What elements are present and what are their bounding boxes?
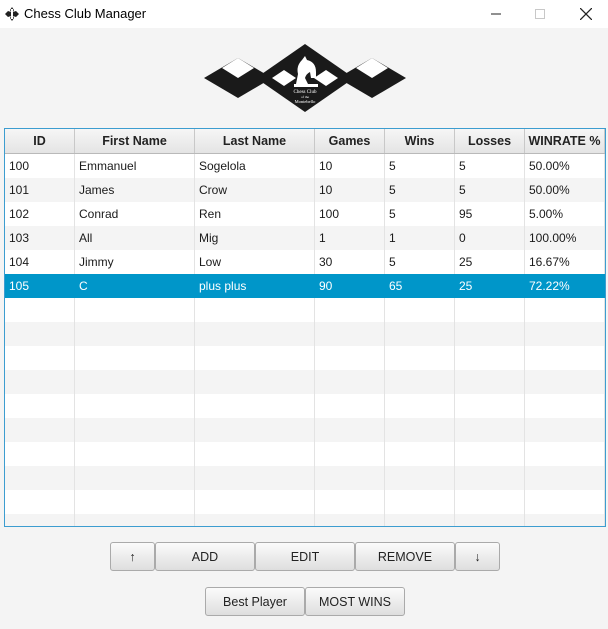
cell-first-name: Conrad xyxy=(75,202,195,226)
cell-first-name: Jimmy xyxy=(75,250,195,274)
cell-last-name: Mig xyxy=(195,226,315,250)
cell-losses: 25 xyxy=(455,250,525,274)
cell-last-name: Crow xyxy=(195,178,315,202)
cell-last-name: plus plus xyxy=(195,274,315,298)
cell-games: 30 xyxy=(315,250,385,274)
empty-row xyxy=(5,514,605,526)
column-header-losses[interactable]: Losses xyxy=(455,129,525,153)
cell-losses: 5 xyxy=(455,178,525,202)
window-title: Chess Club Manager xyxy=(24,6,147,21)
cell-losses: 25 xyxy=(455,274,525,298)
column-header-wins[interactable]: Wins xyxy=(385,129,455,153)
cell-wins: 65 xyxy=(385,274,455,298)
cell-games: 100 xyxy=(315,202,385,226)
cell-wins: 5 xyxy=(385,250,455,274)
cell-wins: 5 xyxy=(385,154,455,178)
maximize-icon xyxy=(535,9,545,19)
column-header-last-name[interactable]: Last Name xyxy=(195,129,315,153)
cell-first-name: All xyxy=(75,226,195,250)
empty-row xyxy=(5,442,605,466)
cell-wins: 5 xyxy=(385,202,455,226)
table-row[interactable]: 101 James Crow 10 5 5 50.00% xyxy=(5,178,605,202)
cell-first-name: C xyxy=(75,274,195,298)
cell-last-name: Low xyxy=(195,250,315,274)
cell-games: 10 xyxy=(315,178,385,202)
cell-winrate: 16.67% xyxy=(525,250,605,274)
cell-id: 105 xyxy=(5,274,75,298)
most-wins-button[interactable]: MOST WINS xyxy=(305,587,405,616)
cell-id: 104 xyxy=(5,250,75,274)
table-row[interactable]: 104 Jimmy Low 30 5 25 16.67% xyxy=(5,250,605,274)
table-body: 100 Emmanuel Sogelola 10 5 5 50.00% 101 … xyxy=(5,154,605,526)
cell-id: 103 xyxy=(5,226,75,250)
add-button[interactable]: ADD xyxy=(155,542,255,571)
cell-last-name: Sogelola xyxy=(195,154,315,178)
cell-losses: 95 xyxy=(455,202,525,226)
cell-last-name: Ren xyxy=(195,202,315,226)
best-player-button[interactable]: Best Player xyxy=(205,587,305,616)
cell-games: 1 xyxy=(315,226,385,250)
column-header-id[interactable]: ID xyxy=(5,129,75,153)
empty-row xyxy=(5,346,605,370)
empty-row xyxy=(5,322,605,346)
column-header-winrate[interactable]: WINRATE % xyxy=(525,129,605,153)
table-header: ID First Name Last Name Games Wins Losse… xyxy=(5,129,605,154)
cell-id: 102 xyxy=(5,202,75,226)
move-down-button[interactable]: ↓ xyxy=(455,542,500,571)
move-up-button[interactable]: ↑ xyxy=(110,542,155,571)
empty-row xyxy=(5,370,605,394)
cell-games: 90 xyxy=(315,274,385,298)
logo-text-line3: Montebello xyxy=(295,99,316,104)
cell-games: 10 xyxy=(315,154,385,178)
table-row[interactable]: 102 Conrad Ren 100 5 95 5.00% xyxy=(5,202,605,226)
empty-row xyxy=(5,418,605,442)
cell-id: 100 xyxy=(5,154,75,178)
title-bar: Chess Club Manager xyxy=(0,0,608,28)
cell-losses: 5 xyxy=(455,154,525,178)
cell-winrate: 50.00% xyxy=(525,154,605,178)
column-header-games[interactable]: Games xyxy=(315,129,385,153)
close-icon xyxy=(580,8,592,20)
column-header-first-name[interactable]: First Name xyxy=(75,129,195,153)
club-logo: Chess Club of the Montebello xyxy=(204,44,406,112)
cell-wins: 5 xyxy=(385,178,455,202)
cell-winrate: 100.00% xyxy=(525,226,605,250)
table-row-selected[interactable]: 105 C plus plus 90 65 25 72.22% xyxy=(5,274,605,298)
cell-first-name: Emmanuel xyxy=(75,154,195,178)
cell-winrate: 72.22% xyxy=(525,274,605,298)
close-button[interactable] xyxy=(563,0,608,28)
minimize-icon xyxy=(491,13,501,15)
cell-wins: 1 xyxy=(385,226,455,250)
empty-row xyxy=(5,466,605,490)
table-row[interactable]: 100 Emmanuel Sogelola 10 5 5 50.00% xyxy=(5,154,605,178)
maximize-button[interactable] xyxy=(517,0,563,28)
app-icon xyxy=(5,7,19,21)
cell-id: 101 xyxy=(5,178,75,202)
empty-row xyxy=(5,490,605,514)
cell-winrate: 50.00% xyxy=(525,178,605,202)
empty-row xyxy=(5,394,605,418)
minimize-button[interactable] xyxy=(473,0,519,28)
cell-losses: 0 xyxy=(455,226,525,250)
players-table[interactable]: ID First Name Last Name Games Wins Losse… xyxy=(4,128,606,527)
cell-winrate: 5.00% xyxy=(525,202,605,226)
remove-button[interactable]: REMOVE xyxy=(355,542,455,571)
table-row[interactable]: 103 All Mig 1 1 0 100.00% xyxy=(5,226,605,250)
empty-row xyxy=(5,298,605,322)
edit-button[interactable]: EDIT xyxy=(255,542,355,571)
cell-first-name: James xyxy=(75,178,195,202)
